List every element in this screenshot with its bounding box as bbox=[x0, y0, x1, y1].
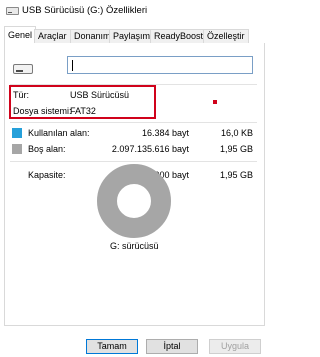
text-caret bbox=[72, 60, 73, 71]
tab-araclar[interactable]: Araçlar bbox=[34, 29, 71, 43]
free-space-size: 1,95 GB bbox=[219, 144, 253, 154]
filesystem-value: FAT32 bbox=[70, 106, 96, 116]
used-space-label: Kullanılan alan: bbox=[28, 128, 90, 138]
used-space-bytes: 16.384 bayt bbox=[141, 128, 189, 138]
tab-ozellestir[interactable]: Özelleştir bbox=[203, 29, 249, 43]
drive-letter-label: G: sürücüsü bbox=[110, 241, 159, 251]
separator bbox=[10, 161, 257, 162]
tab-readyboost[interactable]: ReadyBoost bbox=[150, 29, 208, 43]
tab-genel[interactable]: Genel bbox=[4, 26, 37, 44]
ok-button[interactable]: Tamam bbox=[86, 339, 138, 354]
window-title: USB Sürücüsü (G:) Özellikleri bbox=[22, 5, 148, 16]
separator bbox=[10, 122, 257, 123]
usb-drive-icon bbox=[6, 7, 19, 15]
capacity-label: Kapasite: bbox=[28, 170, 66, 180]
tab-paylasim[interactable]: Paylaşım bbox=[109, 29, 155, 43]
free-space-bytes: 2.097.135.616 bayt bbox=[111, 144, 189, 154]
free-space-slice bbox=[97, 164, 171, 238]
type-value: USB Sürücüsü bbox=[70, 90, 130, 100]
properties-window: USB Sürücüsü (G:) Özellikleri Genel Araç… bbox=[0, 0, 269, 357]
usb-drive-icon bbox=[13, 64, 33, 74]
capacity-size: 1,95 GB bbox=[219, 170, 253, 180]
apply-button[interactable]: Uygula bbox=[209, 339, 261, 354]
used-space-swatch bbox=[12, 128, 22, 138]
free-space-swatch bbox=[12, 144, 22, 154]
drive-name-input[interactable] bbox=[67, 56, 253, 74]
tab-donanim[interactable]: Donanım bbox=[70, 29, 115, 43]
used-space-size: 16,0 KB bbox=[220, 128, 253, 138]
type-label: Tür: bbox=[13, 90, 30, 100]
title-bar: USB Sürücüsü (G:) Özellikleri bbox=[0, 0, 269, 22]
free-space-label: Boş alan: bbox=[28, 144, 66, 154]
tab-bar: Genel Araçlar Donanım Paylaşım ReadyBoos… bbox=[4, 26, 265, 44]
red-marker bbox=[213, 100, 217, 104]
filesystem-label: Dosya sistemi: bbox=[13, 106, 72, 116]
cancel-button[interactable]: İptal bbox=[146, 339, 198, 354]
disk-usage-chart bbox=[97, 163, 171, 238]
